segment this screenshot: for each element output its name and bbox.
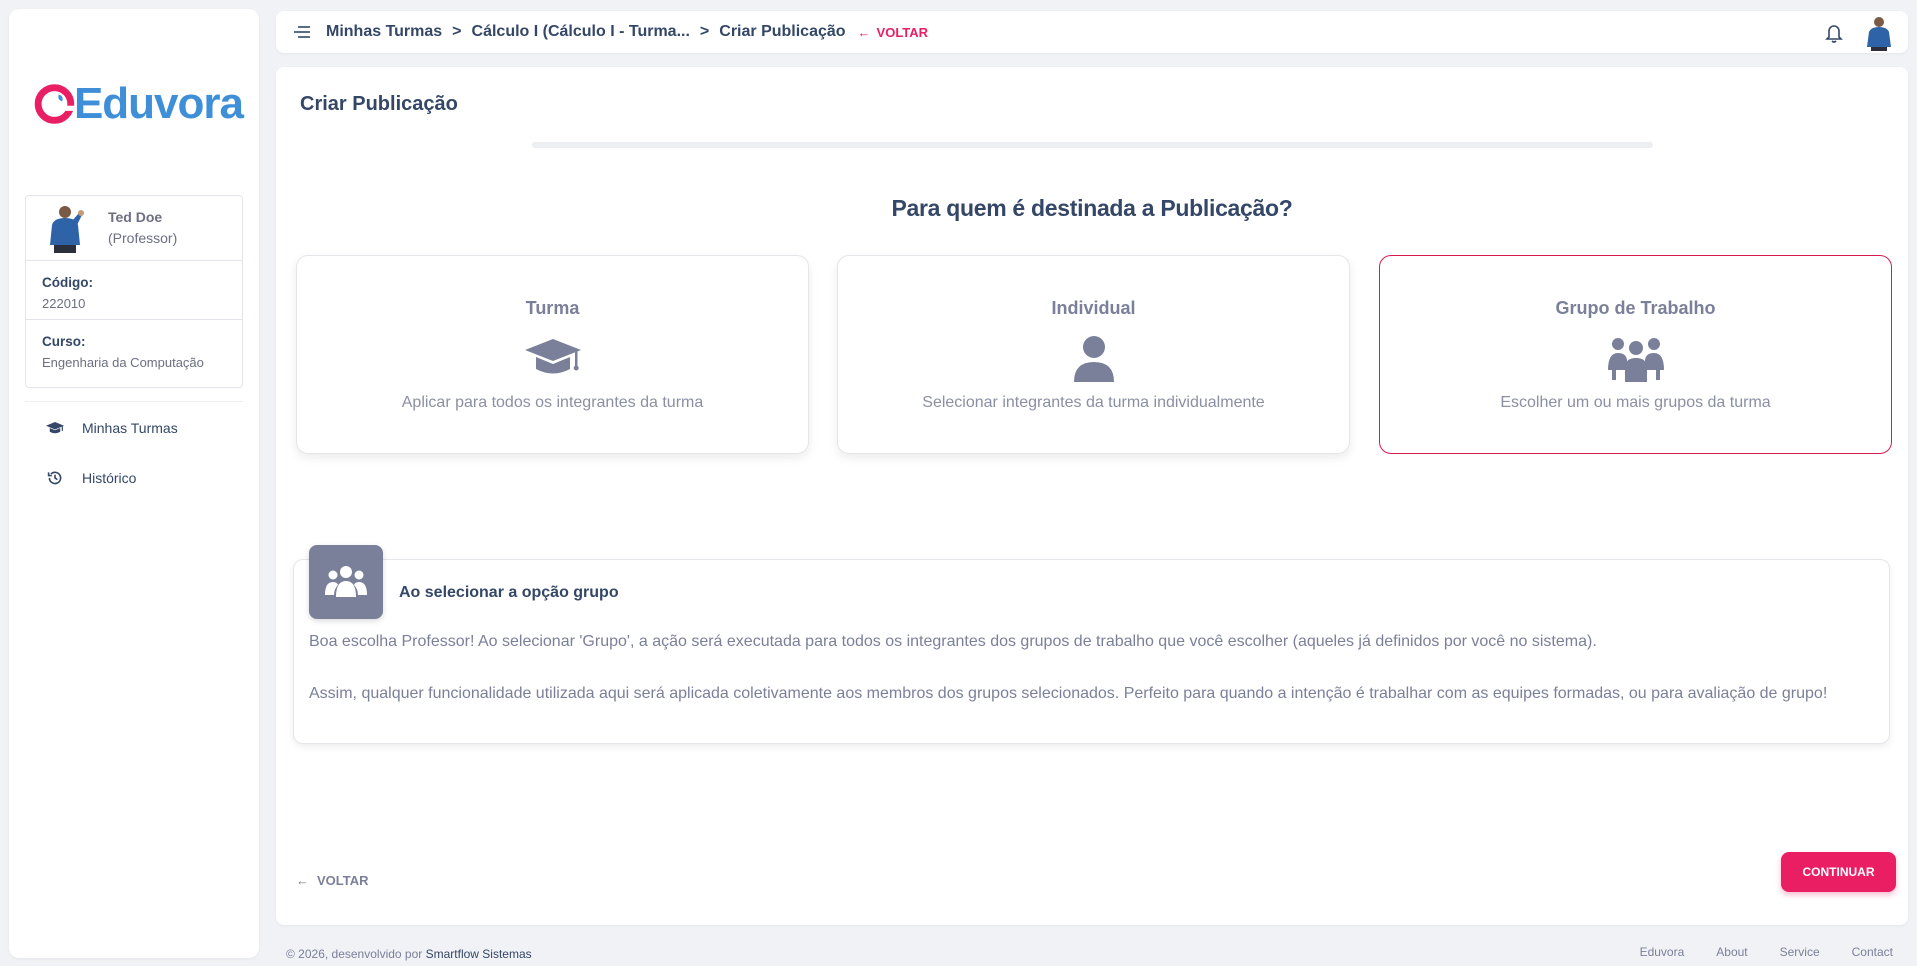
graduation-cap-icon [45,418,65,438]
user-avatar[interactable] [1864,15,1894,51]
arrow-left-icon: ← [296,873,309,888]
breadcrumb-minhas-turmas[interactable]: Minhas Turmas [326,23,442,41]
user-icon [1073,336,1114,382]
profile-card: Ted Doe (Professor) Código: 222010 Curso… [25,195,243,388]
logo[interactable]: Eduvora [33,76,244,132]
breadcrumb-current: Criar Publicação [719,23,846,40]
option-title: Individual [1051,298,1136,318]
info-paragraph-2: Assim, qualquer funcionalidade utilizada… [309,685,1828,702]
sidebar: Eduvora Ted Doe (Professor) Código: 2220… [9,9,259,958]
option-description: Aplicar para todos os integrantes da tur… [401,394,704,411]
profile-course-row: Curso: Engenharia da Computação [26,320,242,379]
breadcrumb: Minhas Turmas > Cálculo I (Cálculo I - T… [326,11,928,53]
menu-icon[interactable] [292,22,312,42]
profile-name: Ted Doe [108,209,163,225]
top-back-label: VOLTAR [876,24,929,40]
profile-header: Ted Doe (Professor) [26,196,242,261]
info-paragraph-1: Boa escolha Professor! Ao selecionar 'Gr… [309,633,1597,650]
users-group-icon [325,566,367,597]
profile-course-value: Engenharia da Computação [42,355,204,370]
option-title: Turma [525,298,580,318]
step-progress-fill [532,142,1653,148]
info-badge [309,545,383,619]
bell-icon[interactable] [1824,22,1844,44]
avatar [50,206,84,253]
option-description: Escolher um ou mais grupos da turma [1500,394,1771,411]
page-title: Criar Publicação [300,93,458,115]
sidebar-item-label: Minhas Turmas [82,420,178,436]
profile-code-label: Código: [42,275,93,290]
step-progress-bar [532,142,1653,148]
footer-link-contact[interactable]: Contact [1852,945,1893,959]
logo-mark-icon [34,84,75,124]
history-icon [45,468,65,488]
breadcrumb-separator: > [452,23,462,40]
logo-text: Eduvora [73,79,244,128]
info-card: Ao selecionar a opção grupo Boa escolha … [293,545,1890,744]
graduation-cap-icon [524,339,581,374]
option-title: Grupo de Trabalho [1555,298,1716,318]
copyright-text: © 2026, desenvolvido por [286,947,426,961]
footer-copyright: © 2026, desenvolvido por Smartflow Siste… [286,947,532,961]
sidebar-item-historico[interactable]: Histórico [45,466,136,490]
footer-link-about[interactable]: About [1716,945,1747,959]
profile-code-row: Código: 222010 [26,261,242,320]
back-button[interactable]: ← VOLTAR [296,873,369,888]
profile-role: (Professor) [108,230,178,246]
profile-code-value: 222010 [42,296,86,311]
profile-course-label: Curso: [42,334,86,349]
company-link[interactable]: Smartflow Sistemas [426,947,532,961]
arrow-left-icon: ← [857,24,871,40]
question-heading: Para quem é destinada a Publicação? [891,195,1293,221]
info-title: Ao selecionar a opção grupo [399,584,619,601]
continue-button[interactable]: CONTINUAR [1781,852,1896,892]
footer-link-service[interactable]: Service [1780,945,1820,959]
top-bar: Minhas Turmas > Cálculo I (Cálculo I - T… [276,11,1908,53]
option-description: Selecionar integrantes da turma individu… [922,394,1265,411]
sidebar-item-minhas-turmas[interactable]: Minhas Turmas [45,416,178,440]
footer-links: Eduvora About Service Contact [1608,945,1893,959]
option-grupo-de-trabalho[interactable]: Grupo de Trabalho Escolher um ou mais gr… [1379,255,1892,454]
breadcrumb-separator: > [699,23,710,40]
footer-link-eduvora[interactable]: Eduvora [1640,945,1685,959]
breadcrumb-class[interactable]: Cálculo I (Cálculo I - Turma... [472,23,690,41]
users-group-icon [1607,338,1664,382]
sidebar-divider [25,401,243,402]
main-card: Criar Publicação Para quem é destinada a… [276,67,1908,925]
sidebar-item-label: Histórico [82,470,137,486]
option-individual[interactable]: Individual Selecionar integrantes da tur… [837,255,1350,454]
back-button-label: VOLTAR [317,873,369,888]
top-back-link[interactable]: ← VOLTAR [858,25,929,40]
option-turma[interactable]: Turma Aplicar para todos os integrantes … [296,255,809,454]
